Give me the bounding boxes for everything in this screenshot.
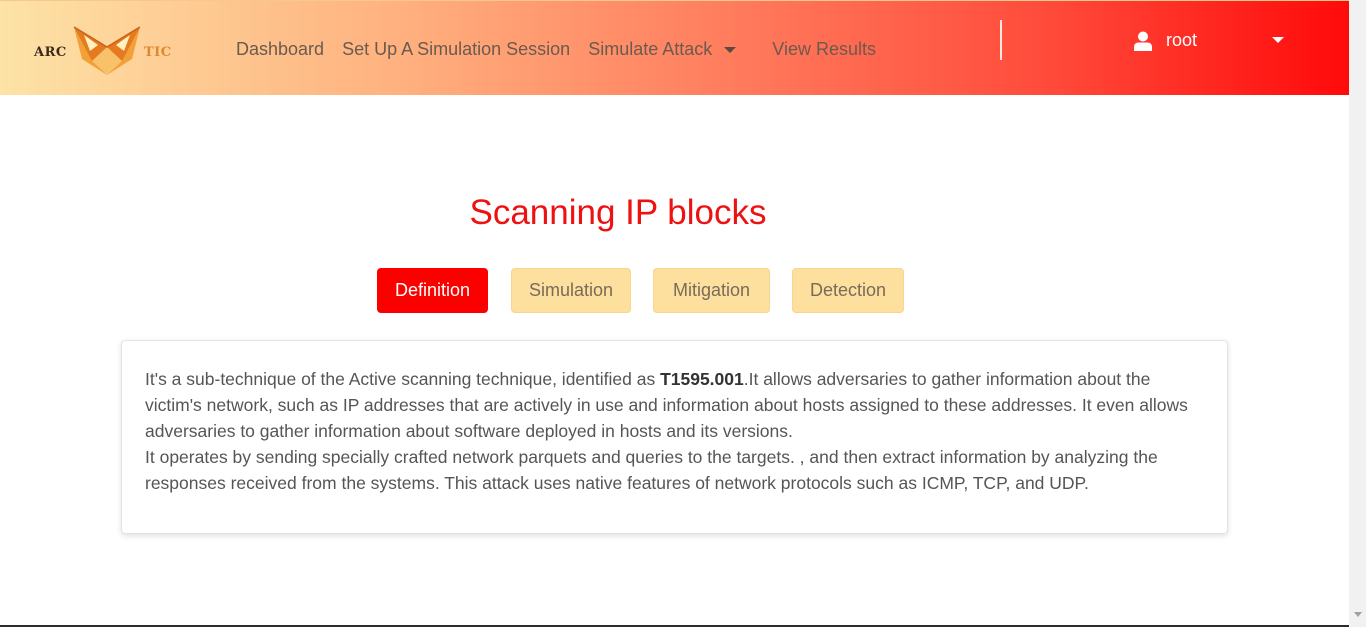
tab-detection[interactable]: Detection [792,268,904,313]
user-menu-caret-icon[interactable] [1272,37,1284,43]
nav-dashboard[interactable]: Dashboard [236,39,324,60]
logo-text-left: ARC [34,45,67,60]
nav-simulate-attack-dropdown[interactable]: Simulate Attack [588,39,737,60]
user-icon [1134,31,1152,51]
definition-paragraph-2: It operates by sending specially crafted… [145,447,1158,493]
tab-definition[interactable]: Definition [377,268,488,313]
definition-text-intro: It's a sub-technique of the Active scann… [145,369,661,389]
definition-card: It's a sub-technique of the Active scann… [121,340,1228,534]
main-nav: Dashboard Set Up A Simulation Session Si… [236,39,894,60]
nav-setup-simulation[interactable]: Set Up A Simulation Session [342,39,570,60]
tab-simulation[interactable]: Simulation [511,268,631,313]
nav-divider [1000,20,1002,60]
arctic-logo[interactable]: ARC TIC [32,21,182,77]
top-navbar: ARC TIC Dashboard Set Up A Simulation Se… [0,0,1349,95]
tab-mitigation[interactable]: Mitigation [653,268,770,313]
nav-simulate-attack-label: Simulate Attack [588,39,713,59]
user-menu[interactable]: root [1134,30,1197,51]
logo-text-right: TIC [144,45,172,60]
nav-view-results[interactable]: View Results [772,39,876,60]
chevron-down-icon [724,47,737,54]
definition-paragraph-1: It's a sub-technique of the Active scann… [145,366,1205,444]
scroll-down-arrow-icon[interactable] [1354,612,1362,617]
username: root [1166,30,1198,50]
page-title: Scanning IP blocks [469,193,767,232]
technique-tabs: Definition Simulation Mitigation Detecti… [0,268,1349,314]
vertical-scrollbar[interactable] [1349,0,1366,627]
technique-id: T1595.001 [660,369,744,389]
